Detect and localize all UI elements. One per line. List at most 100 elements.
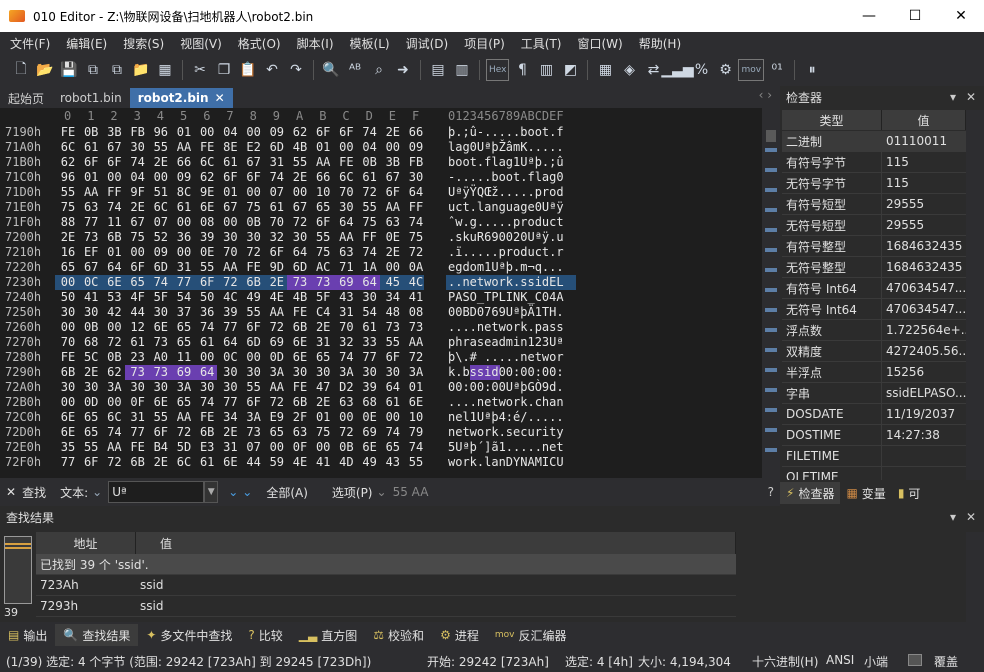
hex-byte[interactable]: FE bbox=[243, 260, 265, 274]
hex-byte[interactable]: 67 bbox=[382, 170, 404, 184]
hex-byte[interactable]: 01 bbox=[80, 170, 102, 184]
hex-byte[interactable]: 73 bbox=[243, 425, 265, 439]
hex-byte[interactable]: 6F bbox=[243, 320, 265, 334]
hex-byte[interactable]: 49 bbox=[359, 455, 381, 469]
hex-byte[interactable]: 31 bbox=[173, 260, 195, 274]
open-folder-icon[interactable]: 📂 bbox=[34, 59, 56, 81]
hex-byte[interactable]: 6C bbox=[57, 140, 79, 154]
hex-byte[interactable]: AA bbox=[382, 200, 404, 214]
hex-byte[interactable]: 01 bbox=[312, 410, 334, 424]
hex-byte[interactable]: 72 bbox=[359, 185, 381, 199]
hex-row[interactable]: 7280h FE 5C 0B 23 A0 11 00 0C 00 0D 6E 65 74 77 6F 72 þ\.… bbox=[0, 350, 762, 365]
row-text[interactable]: work.lanDYNAMICU bbox=[448, 455, 564, 469]
hex-byte[interactable]: 52 bbox=[150, 230, 172, 244]
hex-byte[interactable]: 01 bbox=[219, 185, 241, 199]
hex-byte[interactable]: 30 bbox=[219, 380, 241, 394]
hex-byte[interactable]: 09 bbox=[150, 245, 172, 259]
hex-byte[interactable]: 2E bbox=[57, 230, 79, 244]
hex-byte[interactable]: 16 bbox=[57, 245, 79, 259]
hex-byte[interactable]: FE bbox=[57, 350, 79, 364]
hex-byte[interactable]: 79 bbox=[405, 425, 427, 439]
hex-byte[interactable]: FE bbox=[196, 410, 218, 424]
hex-row[interactable]: 7220h 65 67 64 6F 6D 31 55 AA FE 9D 6D AC 71 1A 00 0A egd… bbox=[0, 260, 762, 275]
menu-item[interactable]: 视图(V) bbox=[172, 35, 230, 52]
hex-byte[interactable]: FE bbox=[335, 155, 357, 169]
minimize-button[interactable]: — bbox=[846, 0, 892, 32]
save-as-icon[interactable]: ⧉ bbox=[82, 59, 104, 81]
hex-byte[interactable]: 6F bbox=[266, 245, 288, 259]
hex-byte[interactable]: 3A bbox=[103, 380, 125, 394]
hex-byte[interactable]: 48 bbox=[382, 305, 404, 319]
hex-byte[interactable]: 3A bbox=[405, 365, 427, 379]
hex-byte[interactable]: 9E bbox=[196, 185, 218, 199]
hex-byte[interactable]: 74 bbox=[196, 320, 218, 334]
hex-byte[interactable]: 62 bbox=[289, 125, 311, 139]
hex-byte[interactable]: 0E bbox=[382, 230, 404, 244]
hex-byte[interactable]: 6D bbox=[243, 335, 265, 349]
hex-byte[interactable]: 0B bbox=[335, 440, 357, 454]
tab-variables[interactable]: ▦ 变量 bbox=[840, 482, 891, 504]
hex-byte[interactable]: 00 bbox=[173, 245, 195, 259]
hex-byte[interactable]: 30 bbox=[57, 380, 79, 394]
hex-byte[interactable]: 30 bbox=[219, 365, 241, 379]
hex-byte[interactable]: 61 bbox=[80, 140, 102, 154]
hex-byte[interactable]: 00 bbox=[243, 350, 265, 364]
find-options-dropdown-icon[interactable]: ⌄ bbox=[377, 485, 387, 499]
hex-row[interactable]: 71C0h 96 01 00 04 00 09 62 6F 6F 74 2E 66 6C 61 67 30 -..… bbox=[0, 170, 762, 185]
hex-byte[interactable]: 12 bbox=[127, 320, 149, 334]
hex-byte[interactable]: 4C bbox=[219, 290, 241, 304]
hex-byte[interactable]: 08 bbox=[196, 215, 218, 229]
hex-byte[interactable]: 6F bbox=[103, 155, 125, 169]
row-text[interactable]: 00:00:00UªþGÒ9d. bbox=[448, 380, 564, 394]
hex-byte[interactable]: 30 bbox=[127, 140, 149, 154]
hex-byte[interactable]: 74 bbox=[103, 200, 125, 214]
bottom-tab[interactable]: ⚖ 校验和 bbox=[365, 624, 432, 646]
find-icon[interactable]: 🔍 bbox=[320, 59, 342, 81]
hex-byte[interactable]: 72 bbox=[405, 350, 427, 364]
bottom-tab[interactable]: 🔍 查找结果 bbox=[55, 624, 139, 646]
maximize-button[interactable]: ☐ bbox=[892, 0, 938, 32]
inspector-value[interactable]: 1.722564e+... bbox=[882, 320, 966, 340]
hex-byte[interactable]: 69 bbox=[173, 365, 195, 379]
hex-byte[interactable]: 73 bbox=[150, 335, 172, 349]
hex-byte[interactable]: 0D bbox=[266, 350, 288, 364]
hex-byte[interactable]: 61 bbox=[359, 320, 381, 334]
hex-byte[interactable]: 61 bbox=[196, 335, 218, 349]
hex-byte[interactable]: 73 bbox=[382, 320, 404, 334]
hex-byte[interactable]: 61 bbox=[196, 455, 218, 469]
hex-byte[interactable]: 00 bbox=[196, 350, 218, 364]
find-options-button[interactable]: 选项(P) bbox=[332, 484, 373, 501]
hex-byte[interactable]: 77 bbox=[219, 395, 241, 409]
hex-byte[interactable]: 30 bbox=[219, 230, 241, 244]
hex-byte[interactable]: 55 bbox=[243, 380, 265, 394]
hex-byte[interactable]: 41 bbox=[312, 455, 334, 469]
hex-byte[interactable]: 65 bbox=[312, 200, 334, 214]
hex-byte[interactable]: 3A bbox=[243, 410, 265, 424]
inspector-row[interactable]: 无符号短型 29555 bbox=[782, 215, 966, 236]
hex-row[interactable]: 72A0h 30 30 3A 30 30 3A 30 30 55 AA FE 47 D2 39 64 01 00:… bbox=[0, 380, 762, 395]
hex-byte[interactable]: 75 bbox=[57, 200, 79, 214]
hex-byte[interactable]: 2E bbox=[312, 395, 334, 409]
hex-byte[interactable]: 61 bbox=[219, 155, 241, 169]
hex-byte[interactable]: 8C bbox=[173, 185, 195, 199]
hex-byte[interactable]: 0B bbox=[80, 125, 102, 139]
hex-byte[interactable]: 69 bbox=[266, 335, 288, 349]
hex-byte[interactable]: 6E bbox=[289, 350, 311, 364]
goto-icon[interactable]: ➜ bbox=[392, 59, 414, 81]
inspector-row[interactable]: 二进制 01110011 bbox=[782, 131, 966, 152]
binary-icon[interactable]: ⁰¹ bbox=[766, 59, 788, 81]
menu-item[interactable]: 文件(F) bbox=[2, 35, 58, 52]
hex-byte[interactable]: 61 bbox=[359, 170, 381, 184]
hex-byte[interactable]: 30 bbox=[243, 230, 265, 244]
hex-byte[interactable]: 01 bbox=[312, 140, 334, 154]
hex-byte[interactable]: 30 bbox=[312, 365, 334, 379]
inspector-scrollbar[interactable] bbox=[966, 110, 984, 480]
hex-byte[interactable]: 00 bbox=[312, 440, 334, 454]
close-results-icon[interactable]: ✕ bbox=[966, 510, 976, 524]
hex-byte[interactable]: 6C bbox=[173, 455, 195, 469]
hex-byte[interactable]: 30 bbox=[150, 380, 172, 394]
hex-byte[interactable]: 2E bbox=[80, 365, 102, 379]
hex-byte[interactable]: 0A bbox=[405, 260, 427, 274]
hex-byte[interactable]: 00 bbox=[57, 395, 79, 409]
hex-byte[interactable]: 72 bbox=[173, 425, 195, 439]
